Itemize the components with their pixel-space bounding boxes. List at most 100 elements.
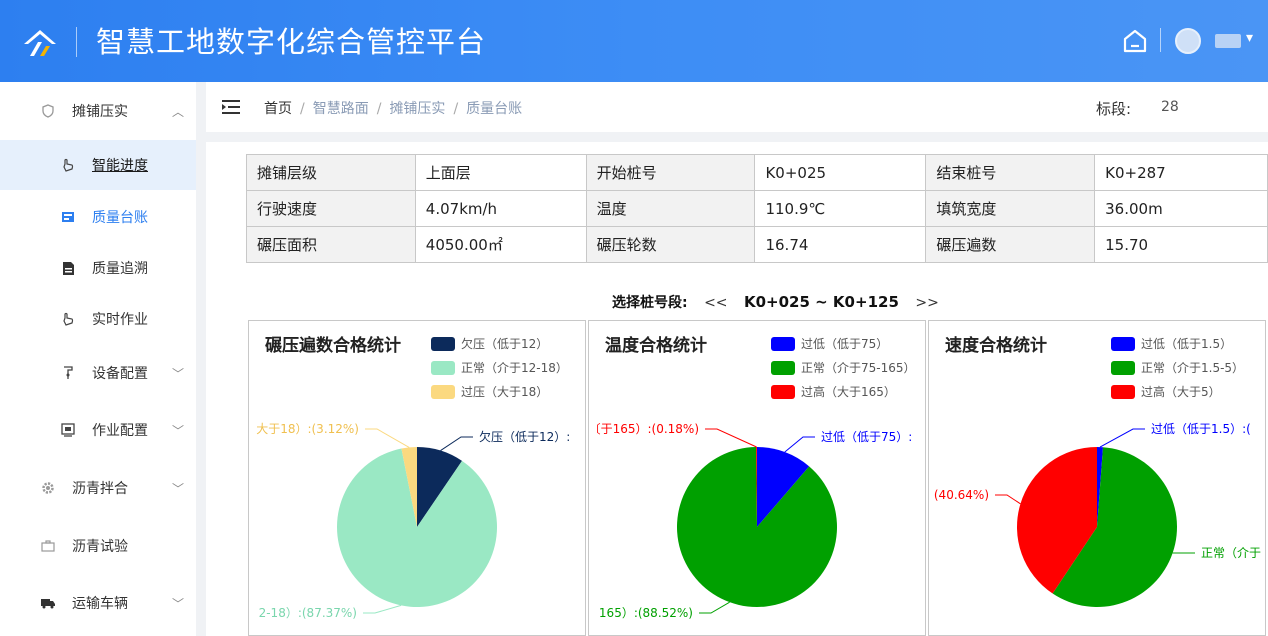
table-cell: 4.07km/h <box>414 190 587 227</box>
pie-data-label: 2-18）:(87.37%) <box>259 606 357 620</box>
table-row: 行驶速度 4.07km/h 温度 110.9℃ 填筑宽度 36.00m <box>246 190 1268 227</box>
sidebar-item-label: 运输车辆 <box>72 596 128 612</box>
pie-leader-line <box>440 436 473 451</box>
table-cell: 温度 <box>585 190 756 227</box>
breadcrumb-item: 质量台账 <box>466 101 523 117</box>
chevron-down-icon: ﹀ <box>172 481 185 496</box>
stake-selector: 选择桩号段: << K0+025 ~ K0+125 >> <box>612 292 951 312</box>
app-header: 智慧工地数字化综合管控平台 ▾ <box>0 0 1268 82</box>
table-cell: 行驶速度 <box>246 190 416 227</box>
sidebar-item-label: 摊铺压实 <box>72 104 128 120</box>
logo-icon <box>24 30 56 56</box>
pie-data-label: 过低（低于1.5）:( <box>1151 422 1251 436</box>
sidebar-item-label: 质量台账 <box>92 210 148 226</box>
menu-toggle-icon[interactable] <box>222 99 240 115</box>
table-row: 碾压面积 4050.00㎡ 碾压轮数 16.74 碾压遍数 15.70 <box>246 226 1268 263</box>
stake-next-button[interactable]: >> <box>915 295 938 311</box>
briefcase-icon <box>40 538 56 554</box>
info-table: 摊铺层级 上面层 开始桩号 K0+025 结束桩号 K0+287 行驶速度 4.… <box>246 154 1268 263</box>
header-divider <box>76 27 77 57</box>
pie-leader-line <box>699 601 730 614</box>
pie-data-label: 过低（低于75）: <box>821 430 912 444</box>
header-divider-2 <box>1160 28 1161 52</box>
table-cell: 110.9℃ <box>754 190 927 227</box>
table-row: 摊铺层级 上面层 开始桩号 K0+025 结束桩号 K0+287 <box>246 154 1268 191</box>
sidebar-item-label: 智能进度 <box>92 158 148 174</box>
table-cell: 碾压轮数 <box>585 226 756 263</box>
chart-card-temperature: 温度合格统计 过低（低于75） 正常（介于75-165） 过高（大于165） 过低（低于… <box>588 320 926 636</box>
breadcrumb-bar: 首页 / 智慧路面 / 摊铺压实 / 质量台账 标段: 28 <box>206 82 1268 132</box>
table-cell: 4050.00㎡ <box>414 226 587 263</box>
table-cell: 上面层 <box>414 154 587 191</box>
sidebar-item-label: 沥青拌合 <box>72 481 128 497</box>
sidebar-item-transport[interactable]: 运输车辆 ﹀ <box>0 578 196 628</box>
sidebar-item-label: 沥青试验 <box>72 539 128 555</box>
table-cell: 36.00m <box>1094 190 1268 227</box>
home-icon[interactable] <box>1120 26 1150 56</box>
hand-icon <box>60 157 76 173</box>
chevron-down-icon[interactable]: ▾ <box>1246 30 1253 46</box>
pie-chart: 过低（低于75）: 165）:(88.52%) 〔于165）:(0.18%) <box>589 422 912 620</box>
table-cell: 碾压遍数 <box>925 226 1096 263</box>
breadcrumb: 首页 / 智慧路面 / 摊铺压实 / 质量台账 <box>264 101 523 117</box>
truck-icon <box>40 595 56 611</box>
avatar[interactable] <box>1175 28 1201 54</box>
pie-leader-line <box>363 604 402 614</box>
main-content: 摊铺层级 上面层 开始桩号 K0+025 结束桩号 K0+287 行驶速度 4.… <box>206 142 1268 636</box>
sidebar-item-label: 设备配置 <box>92 366 148 382</box>
table-cell: 摊铺层级 <box>246 154 416 191</box>
sidebar-item-paving[interactable]: 摊铺压实 ︿ <box>0 86 196 136</box>
pie-data-label: 大于18）:(3.12%) <box>256 422 359 436</box>
pie-data-label: 欠压（低于12）: <box>479 429 570 444</box>
table-cell: 填筑宽度 <box>925 190 1096 227</box>
app-title: 智慧工地数字化综合管控平台 <box>96 25 487 59</box>
chevron-down-icon: ﹀ <box>172 596 185 611</box>
pie-data-label: 〔于165）:(0.18%) <box>589 422 699 436</box>
gear-icon <box>40 480 56 496</box>
table-cell: 开始桩号 <box>585 154 756 191</box>
chevron-up-icon: ︿ <box>172 104 185 119</box>
username-placeholder[interactable] <box>1215 34 1241 48</box>
table-cell: K0+287 <box>1094 154 1268 191</box>
table-cell: 15.70 <box>1094 226 1268 263</box>
sidebar: 摊铺压实 ︿ 智能进度 质量台账 质量追溯 实时作业 设备配置 ﹀ 作业配置 ﹀… <box>0 82 196 636</box>
hand-icon <box>60 311 76 327</box>
sidebar-item-progress[interactable]: 智能进度 <box>0 140 196 190</box>
sidebar-item-asphalt-test[interactable]: 沥青试验 <box>0 521 196 571</box>
sidebar-item-quality-trace[interactable]: 质量追溯 <box>0 243 196 293</box>
pie-leader-line <box>705 428 757 448</box>
sidebar-item-realtime[interactable]: 实时作业 <box>0 294 196 344</box>
pie-leader-line <box>365 428 410 448</box>
stake-prev-button[interactable]: << <box>704 295 727 311</box>
device-icon <box>60 365 76 381</box>
sidebar-item-device-config[interactable]: 设备配置 ﹀ <box>0 348 196 398</box>
shield-icon <box>40 103 56 119</box>
chart-card-rolling: 碾压遍数合格统计 欠压（低于12） 正常（介于12-18） 过压（大于18） 欠压（低于… <box>248 320 586 636</box>
breadcrumb-item[interactable]: 摊铺压实 <box>389 101 445 117</box>
pie-data-label: 165）:(88.52%) <box>599 606 693 620</box>
table-cell: 碾压面积 <box>246 226 416 263</box>
sidebar-item-asphalt-mixing[interactable]: 沥青拌合 ﹀ <box>0 463 196 513</box>
pie-leader-line <box>1099 428 1145 448</box>
stake-range: K0+025 ~ K0+125 <box>743 293 899 311</box>
pie-leader-line <box>995 494 1021 505</box>
chart-card-speed: 速度合格统计 过低（低于1.5） 正常（介于1.5-5） 过高（大于5） 过低（低于1.… <box>928 320 1266 636</box>
chevron-down-icon: ﹀ <box>172 366 185 381</box>
section-label: 标段: <box>1096 100 1132 118</box>
monitor-icon <box>60 422 76 438</box>
pie-leader-line <box>784 436 815 453</box>
document-icon <box>60 260 76 276</box>
table-cell: 16.74 <box>754 226 927 263</box>
breadcrumb-item[interactable]: 智慧路面 <box>313 101 369 117</box>
pie-chart: 过低（低于1.5）:(正常（介于 (40.64%) <box>934 422 1261 607</box>
sidebar-item-label: 作业配置 <box>92 423 148 439</box>
table-cell: K0+025 <box>754 154 927 191</box>
sidebar-item-label: 实时作业 <box>92 312 148 328</box>
ledger-icon <box>60 209 76 225</box>
breadcrumb-home[interactable]: 首页 <box>264 101 292 117</box>
section-select[interactable]: 28 <box>1161 99 1179 115</box>
sidebar-item-quality-ledger[interactable]: 质量台账 <box>0 192 196 242</box>
sidebar-item-work-config[interactable]: 作业配置 ﹀ <box>0 405 196 455</box>
chevron-down-icon: ﹀ <box>172 423 185 438</box>
pie-data-label: 正常（介于 <box>1201 546 1261 560</box>
